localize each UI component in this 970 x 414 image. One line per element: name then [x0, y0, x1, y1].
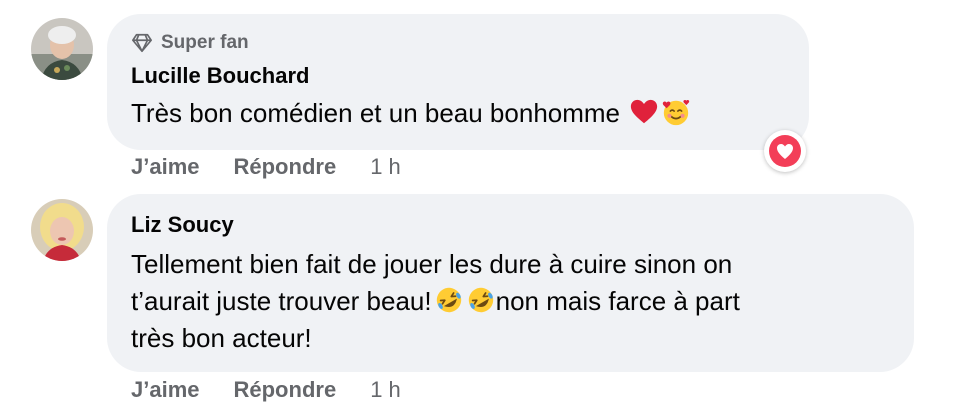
diamond-icon — [131, 32, 153, 54]
comment-text: Très bon comédien et un beau bonhomme — [131, 95, 691, 132]
reply-button[interactable]: Répondre — [234, 154, 337, 180]
comment-author[interactable]: Liz Soucy — [131, 212, 234, 238]
rolling-on-floor-laughing-icon — [434, 285, 464, 315]
like-button[interactable]: J’aime — [131, 377, 200, 403]
super-fan-badge[interactable]: Super fan — [131, 30, 249, 56]
reply-button[interactable]: Répondre — [234, 377, 337, 403]
smiling-face-with-hearts-icon — [661, 97, 691, 127]
comment-text-line: très bon acteur! — [131, 323, 312, 353]
comment-text-content: non mais farce à part — [495, 286, 740, 316]
comment-text-content: Très bon comédien et un beau bonhomme — [131, 98, 621, 128]
comment-text-line: t’aurait juste trouver beau! non mais far… — [131, 283, 740, 320]
comment-bubble: Super fan Lucille Bouchard Très bon comé… — [107, 14, 809, 150]
comment-timestamp[interactable]: 1 h — [370, 154, 401, 180]
red-heart-icon — [629, 97, 659, 127]
comment-actions: J’aime Répondre 1 h — [131, 154, 401, 180]
like-button[interactable]: J’aime — [131, 154, 200, 180]
comment-timestamp[interactable]: 1 h — [370, 377, 401, 403]
comment-text-line: Tellement bien fait de jouer les dure à … — [131, 249, 733, 279]
avatar[interactable] — [31, 199, 93, 261]
comment-text-content: t’aurait juste trouver beau! — [131, 286, 432, 316]
love-reaction-icon[interactable] — [764, 130, 806, 172]
comment-bubble: Liz Soucy Tellement bien fait de jouer l… — [107, 194, 914, 372]
comment-actions: J’aime Répondre 1 h — [131, 377, 401, 403]
avatar[interactable] — [31, 18, 93, 80]
rolling-on-floor-laughing-icon — [466, 285, 496, 315]
comment-author[interactable]: Lucille Bouchard — [131, 63, 309, 89]
badge-label: Super fan — [161, 32, 249, 53]
